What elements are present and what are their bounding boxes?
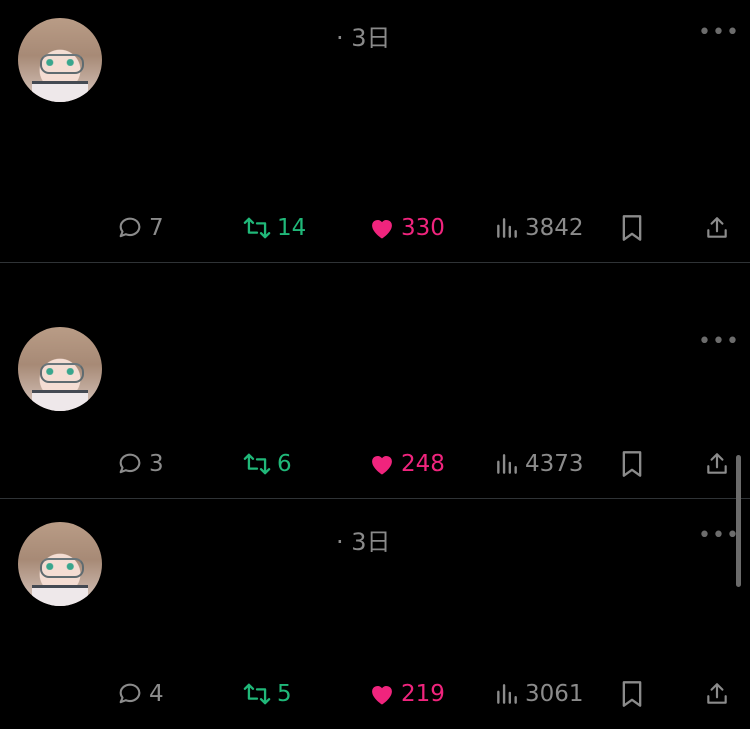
- more-icon[interactable]: •••: [698, 329, 740, 354]
- avatar-collar: [32, 390, 88, 411]
- bookmark-icon: [622, 681, 642, 707]
- share-button[interactable]: [704, 676, 730, 712]
- reply-button[interactable]: 7: [116, 210, 164, 246]
- views-icon: [497, 218, 517, 238]
- bookmark-icon: [622, 451, 642, 477]
- avatar[interactable]: [18, 18, 102, 102]
- heart-icon: [372, 220, 392, 239]
- post-3[interactable]: · 3日 ••• 4 5 219 3061: [0, 499, 750, 729]
- avatar-collar: [32, 81, 88, 102]
- views-button[interactable]: 3842: [494, 210, 584, 246]
- post-time: · 3日: [336, 24, 391, 52]
- like-button[interactable]: 219: [368, 676, 445, 712]
- retweet-button[interactable]: 6: [242, 446, 292, 482]
- share-button[interactable]: [704, 446, 730, 482]
- heart-icon: [372, 686, 392, 705]
- retweet-icon: [243, 453, 271, 475]
- scrollbar[interactable]: [736, 455, 741, 587]
- reply-icon: [119, 453, 141, 474]
- like-button[interactable]: 330: [368, 210, 445, 246]
- bookmark-button[interactable]: [620, 676, 644, 712]
- share-icon: [707, 683, 727, 704]
- views-count: 3842: [525, 215, 584, 241]
- like-count: 219: [401, 681, 445, 707]
- views-button[interactable]: 3061: [494, 676, 584, 712]
- reply-button[interactable]: 3: [116, 446, 164, 482]
- more-icon[interactable]: •••: [698, 523, 740, 548]
- views-count: 3061: [525, 681, 584, 707]
- bookmark-button[interactable]: [620, 446, 644, 482]
- retweet-icon: [243, 683, 271, 705]
- action-bar: 3 6 248 4373: [0, 446, 750, 482]
- retweet-count: 5: [277, 681, 292, 707]
- retweet-count: 14: [277, 215, 307, 241]
- post-1[interactable]: · 3日 ••• 7 14 330 3842: [0, 0, 750, 262]
- avatar-collar: [32, 585, 88, 606]
- retweet-icon: [243, 217, 271, 239]
- like-button[interactable]: 248: [368, 446, 445, 482]
- avatar[interactable]: [18, 327, 102, 411]
- reply-count: 4: [149, 681, 164, 707]
- reply-icon: [119, 217, 141, 238]
- reply-button[interactable]: 4: [116, 676, 164, 712]
- bookmark-button[interactable]: [620, 210, 644, 246]
- share-icon: [707, 453, 727, 474]
- action-bar: 4 5 219 3061: [0, 676, 750, 712]
- share-icon: [707, 217, 727, 238]
- like-count: 248: [401, 451, 445, 477]
- post-time: · 3日: [336, 528, 391, 556]
- avatar[interactable]: [18, 522, 102, 606]
- views-icon: [497, 454, 517, 474]
- reply-icon: [119, 683, 141, 704]
- like-count: 330: [401, 215, 445, 241]
- share-button[interactable]: [704, 210, 730, 246]
- more-icon[interactable]: •••: [698, 20, 740, 45]
- action-bar: 7 14 330 3842: [0, 210, 750, 246]
- retweet-count: 6: [277, 451, 292, 477]
- retweet-button[interactable]: 5: [242, 676, 292, 712]
- heart-icon: [372, 456, 392, 475]
- reply-count: 3: [149, 451, 164, 477]
- reply-count: 7: [149, 215, 164, 241]
- views-button[interactable]: 4373: [494, 446, 584, 482]
- views-icon: [497, 684, 517, 704]
- retweet-button[interactable]: 14: [242, 210, 306, 246]
- bookmark-icon: [622, 215, 642, 241]
- views-count: 4373: [525, 451, 584, 477]
- post-2[interactable]: ••• 3 6 248 4373: [0, 263, 750, 498]
